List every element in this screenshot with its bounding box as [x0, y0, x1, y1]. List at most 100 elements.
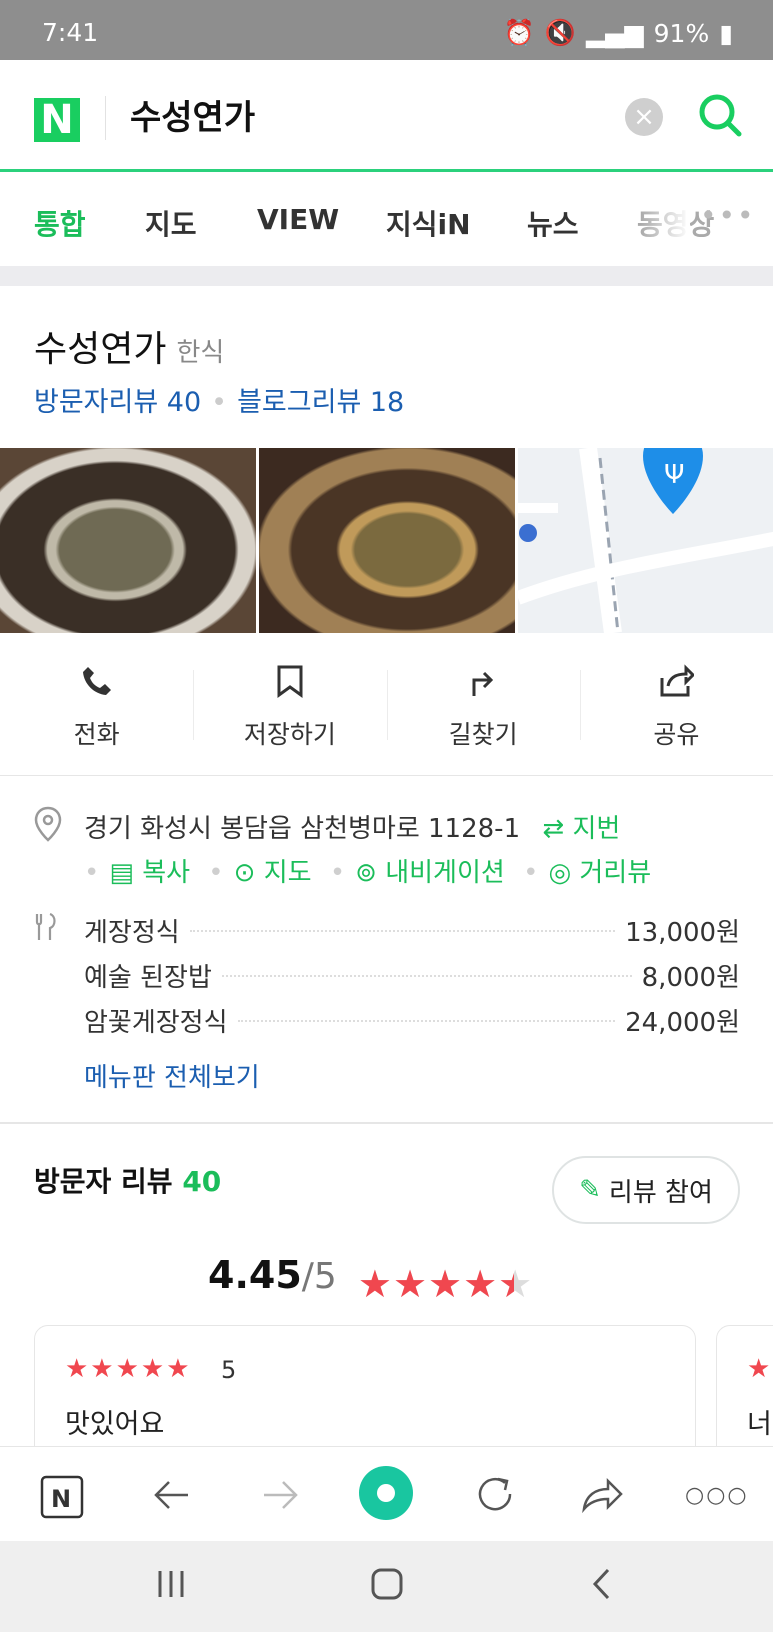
copy-icon: ▤	[109, 858, 134, 888]
map-graphic: Ψ	[518, 448, 773, 633]
place-title[interactable]: 수성연가 한식	[34, 320, 224, 372]
share-icon	[658, 664, 696, 702]
map-thumbnail[interactable]: Ψ	[518, 448, 773, 633]
review-card[interactable]: ★★★★★ 5 맛있어요	[34, 1325, 696, 1465]
map-link[interactable]: ⊙ 지도	[234, 858, 312, 888]
write-review-button[interactable]: ✎ 리뷰 참여	[552, 1156, 740, 1224]
search-bar: N 수성연가 ×	[0, 60, 773, 172]
menu-leader	[189, 929, 616, 932]
menu-item-price: 13,000원	[625, 918, 740, 948]
menu-item: 예술 된장밥 8,000원	[84, 957, 740, 994]
divider	[0, 1122, 773, 1124]
more-menu-icon[interactable]: ○○○	[685, 1483, 749, 1508]
copy-link[interactable]: ▤ 복사	[109, 858, 190, 888]
call-label: 전화	[73, 720, 120, 749]
review-text: 너	[747, 1409, 772, 1440]
review-text: 맛있어요	[65, 1409, 165, 1440]
review-stars: ★★★★★	[65, 1354, 192, 1384]
address-links: • ▤ 복사 • ⊙ 지도 • ⊚ 내비게이션 • ◎ 거리뷰	[84, 858, 652, 888]
stars-empty: ★★★★★★★★★★	[357, 1261, 534, 1306]
refresh-icon[interactable]	[474, 1473, 516, 1519]
tab-integrated[interactable]: 통합	[34, 203, 86, 243]
home-icon[interactable]	[370, 1567, 404, 1605]
clear-icon[interactable]: ×	[625, 98, 663, 136]
back-icon[interactable]	[590, 1567, 614, 1605]
write-review-label: 리뷰 참여	[608, 1177, 713, 1208]
place-category: 한식	[176, 338, 225, 368]
menu-leader	[221, 974, 632, 977]
rating-score: 4.45	[208, 1253, 302, 1297]
address-text: 경기 화성시 봉담읍 삼천병마로 1128-1	[84, 814, 521, 844]
food-photo[interactable]	[259, 448, 515, 633]
separator-dot: •	[211, 387, 228, 418]
review-summary: 방문자리뷰 40 • 블로그리뷰 18	[34, 380, 404, 419]
address-line: 경기 화성시 봉담읍 삼천병마로 1128-1 ⇄ 지번	[84, 808, 620, 845]
visitor-review-count: 40	[182, 1165, 222, 1198]
rating-stars: ★★★★★★★★★★	[358, 1262, 533, 1306]
call-button[interactable]: 전화	[0, 640, 193, 775]
search-icon[interactable]	[695, 90, 745, 144]
menu-item-price: 24,000원	[625, 1008, 740, 1038]
stars-filled: ★★★★★	[357, 1261, 514, 1306]
visitor-review-heading: 방문자 리뷰 40	[34, 1160, 221, 1200]
streetview-link[interactable]: ◎ 거리뷰	[548, 858, 651, 888]
recent-apps-icon[interactable]	[154, 1567, 188, 1605]
browser-toolbar: N ○○○	[0, 1446, 773, 1541]
more-tabs-icon[interactable]: •••	[700, 199, 756, 232]
svg-text:N: N	[51, 1485, 71, 1513]
navigation-label: 내비게이션	[385, 858, 505, 888]
directions-button[interactable]: 길찾기	[386, 640, 580, 775]
streetview-icon: ◎	[548, 858, 572, 888]
tab-view[interactable]: VIEW	[257, 203, 339, 236]
copy-label: 복사	[142, 858, 191, 888]
share-arrow-icon[interactable]	[580, 1475, 624, 1519]
search-divider	[105, 96, 106, 140]
map-label: 지도	[263, 858, 312, 888]
food-photo[interactable]	[0, 448, 256, 633]
battery-icon: ▮	[719, 18, 733, 48]
tab-map[interactable]: 지도	[145, 203, 197, 243]
naver-logo[interactable]: N	[34, 98, 80, 142]
rating-summary: 4.45/5 ★★★★★★★★★★	[208, 1253, 533, 1306]
system-nav-bar	[0, 1541, 773, 1632]
review-card[interactable]: ★ 너	[716, 1325, 773, 1465]
place-name[interactable]: 수성연가	[34, 329, 166, 370]
forward-arrow-icon	[260, 1477, 300, 1517]
navigation-link[interactable]: ⊚ 내비게이션	[355, 858, 505, 888]
green-dot-icon[interactable]	[358, 1465, 414, 1525]
search-input[interactable]: 수성연가	[130, 90, 255, 139]
directions-label: 길찾기	[448, 720, 518, 749]
blog-review-link[interactable]: 블로그리뷰 18	[237, 387, 404, 418]
signal-icon: ▂▄▆	[585, 18, 644, 48]
pencil-icon: ✎	[579, 1175, 601, 1205]
save-button[interactable]: 저장하기	[193, 640, 386, 775]
save-label: 저장하기	[243, 720, 336, 749]
naver-home-icon[interactable]: N	[40, 1475, 84, 1523]
menu-item: 암꽃게장정식 24,000원	[84, 1002, 740, 1039]
tab-kin[interactable]: 지식iN	[386, 203, 471, 243]
review-stars: ★	[747, 1354, 771, 1384]
rating-slash: /	[301, 1256, 314, 1297]
back-arrow-icon[interactable]	[152, 1477, 192, 1517]
menu-item: 게장정식 13,000원	[84, 912, 740, 949]
search-tabs: 통합 지도 VIEW 지식iN 뉴스 동영상 •••	[0, 175, 773, 265]
divider	[0, 775, 773, 776]
streetview-label: 거리뷰	[579, 858, 652, 888]
status-icons: ⏰ 🔇 ▂▄▆ 91% ▮	[504, 18, 733, 48]
bookmark-icon	[275, 664, 305, 702]
jibun-toggle[interactable]: ⇄ 지번	[542, 814, 620, 844]
status-bar: 7:41 ⏰ 🔇 ▂▄▆ 91% ▮	[0, 0, 773, 60]
view-full-menu-link[interactable]: 메뉴판 전체보기	[84, 1057, 260, 1094]
tab-news[interactable]: 뉴스	[527, 203, 579, 243]
review-score: 5	[221, 1356, 237, 1384]
rating-max: 5	[313, 1256, 337, 1297]
menu-leader	[237, 1019, 616, 1022]
share-button[interactable]: 공유	[579, 640, 773, 775]
car-icon: ⊚	[355, 858, 377, 888]
visitor-review-link[interactable]: 방문자리뷰 40	[34, 387, 201, 418]
menu-item-name: 암꽃게장정식	[84, 1008, 228, 1038]
svg-text:Ψ: Ψ	[664, 460, 684, 490]
mute-icon: 🔇	[544, 18, 576, 47]
phone-icon	[80, 664, 114, 702]
section-gap	[0, 266, 773, 286]
